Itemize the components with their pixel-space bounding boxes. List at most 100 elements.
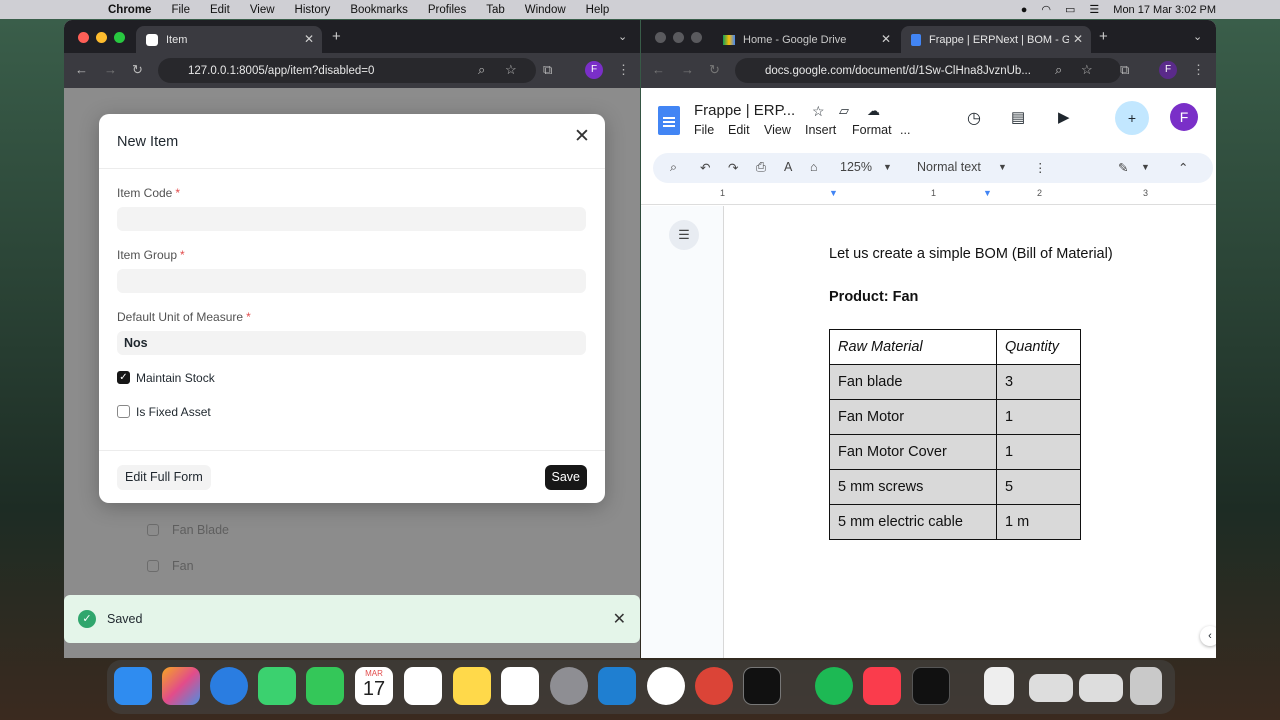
table-cell[interactable]: 5 bbox=[996, 469, 1081, 505]
cloud-status-icon[interactable]: ☁ bbox=[867, 103, 880, 119]
table-header-quantity[interactable]: Quantity bbox=[996, 329, 1081, 365]
menu-history[interactable]: History bbox=[295, 4, 331, 16]
chevron-down-icon[interactable]: ▼ bbox=[998, 162, 1007, 172]
docs-menu-insert[interactable]: Insert bbox=[805, 123, 836, 137]
extensions-icon[interactable]: ⧉ bbox=[1120, 62, 1129, 78]
bom-table[interactable]: Raw Material Quantity Fan blade 3 Fan Mo… bbox=[829, 329, 1081, 540]
right-indent-marker[interactable]: ▼ bbox=[983, 188, 992, 198]
zoom-window-button[interactable] bbox=[691, 32, 702, 43]
new-tab-icon[interactable]: + bbox=[332, 28, 341, 45]
search-menus-icon[interactable]: ⌕ bbox=[670, 160, 677, 175]
forward-icon[interactable]: → bbox=[681, 62, 694, 77]
docs-menu-format[interactable]: Format bbox=[852, 123, 892, 137]
vscode-icon[interactable] bbox=[598, 667, 636, 705]
table-cell[interactable]: Fan Motor Cover bbox=[829, 434, 997, 470]
wifi-icon[interactable]: ◠ bbox=[1041, 3, 1051, 16]
item-code-field[interactable] bbox=[117, 207, 586, 231]
docs-logo-icon[interactable] bbox=[658, 106, 680, 135]
close-tab-icon[interactable]: ✕ bbox=[881, 32, 891, 46]
downloads-stack-icon[interactable] bbox=[1029, 674, 1073, 702]
freeform-icon[interactable] bbox=[501, 667, 539, 705]
close-window-button[interactable] bbox=[655, 32, 666, 43]
list-row-checkbox[interactable] bbox=[147, 560, 159, 572]
notes-icon[interactable] bbox=[453, 667, 491, 705]
redo-icon[interactable]: ↷ bbox=[728, 160, 738, 175]
doc-intro-text[interactable]: Let us create a simple BOM (Bill of Mate… bbox=[829, 246, 1113, 262]
editing-mode-icon[interactable]: ✎ bbox=[1118, 160, 1128, 175]
chrome-icon[interactable] bbox=[695, 667, 733, 705]
table-header-raw-material[interactable]: Raw Material bbox=[829, 329, 997, 365]
menu-clock[interactable]: Mon 17 Mar 3:02 PM bbox=[1113, 4, 1216, 16]
messages-icon[interactable] bbox=[258, 667, 296, 705]
outline-icon[interactable]: ☰ bbox=[669, 220, 699, 250]
spotify-icon[interactable] bbox=[815, 667, 853, 705]
list-row-checkbox[interactable] bbox=[147, 524, 159, 536]
zoom-icon[interactable]: ⌕ bbox=[478, 62, 485, 78]
close-tab-icon[interactable]: ✕ bbox=[304, 32, 314, 46]
forward-icon[interactable]: → bbox=[104, 62, 117, 77]
table-cell[interactable]: Fan Motor bbox=[829, 399, 997, 435]
terminal-icon[interactable] bbox=[743, 667, 781, 705]
docs-menu-edit[interactable]: Edit bbox=[728, 123, 750, 137]
launchpad-icon[interactable] bbox=[162, 667, 200, 705]
control-center-icon[interactable]: ☰ bbox=[1089, 3, 1099, 16]
save-button[interactable]: Save bbox=[544, 465, 587, 490]
comments-icon[interactable]: ▤ bbox=[1011, 108, 1025, 126]
tab-item[interactable]: Item ✕ bbox=[136, 26, 322, 53]
uom-field[interactable]: Nos bbox=[117, 331, 586, 355]
reload-icon[interactable]: ↻ bbox=[132, 62, 143, 78]
profile-avatar[interactable]: F bbox=[585, 61, 603, 79]
chevron-down-icon[interactable]: ▼ bbox=[883, 162, 892, 172]
chatgpt-icon[interactable] bbox=[647, 667, 685, 705]
style-select[interactable]: Normal text bbox=[917, 160, 981, 174]
bookmark-star-icon[interactable]: ☆ bbox=[505, 62, 517, 78]
zoom-select[interactable]: 125% bbox=[840, 160, 872, 174]
version-history-icon[interactable]: ◷ bbox=[967, 108, 981, 128]
profile-avatar[interactable]: F bbox=[1159, 61, 1177, 79]
finder-icon[interactable] bbox=[114, 667, 152, 705]
trash-icon[interactable] bbox=[1130, 667, 1162, 705]
minimize-window-button[interactable] bbox=[673, 32, 684, 43]
side-panel-toggle-icon[interactable]: ‹ bbox=[1200, 626, 1216, 646]
doc-account-avatar[interactable]: F bbox=[1170, 103, 1198, 131]
doc-title[interactable]: Frappe | ERP... bbox=[694, 102, 795, 119]
menu-app-name[interactable]: Chrome bbox=[108, 4, 151, 16]
tab-search-icon[interactable]: ⌄ bbox=[618, 30, 627, 43]
menu-window[interactable]: Window bbox=[525, 4, 566, 16]
move-folder-icon[interactable]: ▱ bbox=[839, 103, 849, 119]
close-toast-icon[interactable]: ✕ bbox=[613, 609, 626, 629]
tab-search-icon[interactable]: ⌄ bbox=[1193, 30, 1202, 43]
list-item[interactable]: Fan bbox=[172, 559, 194, 573]
fixed-asset-checkbox[interactable] bbox=[117, 405, 130, 418]
safari-icon[interactable] bbox=[210, 667, 248, 705]
docs-menu-view[interactable]: View bbox=[764, 123, 791, 137]
table-cell[interactable]: 3 bbox=[996, 364, 1081, 400]
docs-menu-file[interactable]: File bbox=[694, 123, 714, 137]
menu-file[interactable]: File bbox=[171, 4, 190, 16]
reload-icon[interactable]: ↻ bbox=[709, 62, 720, 78]
table-cell[interactable]: 5 mm electric cable bbox=[829, 504, 997, 540]
item-group-field[interactable] bbox=[117, 269, 586, 293]
star-icon[interactable]: ☆ bbox=[812, 103, 825, 120]
menu-bookmarks[interactable]: Bookmarks bbox=[350, 4, 408, 16]
table-cell[interactable]: Fan blade bbox=[829, 364, 997, 400]
close-icon[interactable]: ✕ bbox=[571, 127, 593, 149]
tab-bom-doc[interactable]: Frappe | ERPNext | BOM - Go ✕ bbox=[901, 26, 1091, 53]
csv-file-icon[interactable] bbox=[984, 667, 1014, 705]
menu-help[interactable]: Help bbox=[586, 4, 610, 16]
left-indent-marker[interactable]: ▼ bbox=[829, 188, 838, 198]
hide-menus-icon[interactable]: ⌃ bbox=[1178, 160, 1188, 175]
maintain-stock-checkbox[interactable]: ✓ bbox=[117, 371, 130, 384]
close-tab-icon[interactable]: ✕ bbox=[1073, 32, 1083, 46]
back-icon[interactable]: ← bbox=[652, 62, 665, 77]
record-icon[interactable]: ● bbox=[1021, 4, 1028, 16]
facetime-icon[interactable] bbox=[306, 667, 344, 705]
recent-stack-icon[interactable] bbox=[1079, 674, 1123, 702]
back-icon[interactable]: ← bbox=[75, 62, 88, 77]
print-icon[interactable]: ⎙ bbox=[756, 160, 766, 175]
table-cell[interactable]: 5 mm screws bbox=[829, 469, 997, 505]
chevron-down-icon[interactable]: ▼ bbox=[1141, 162, 1150, 172]
calendar-icon[interactable]: MAR 17 bbox=[355, 667, 393, 705]
menu-view[interactable]: View bbox=[250, 4, 275, 16]
menu-profiles[interactable]: Profiles bbox=[428, 4, 466, 16]
